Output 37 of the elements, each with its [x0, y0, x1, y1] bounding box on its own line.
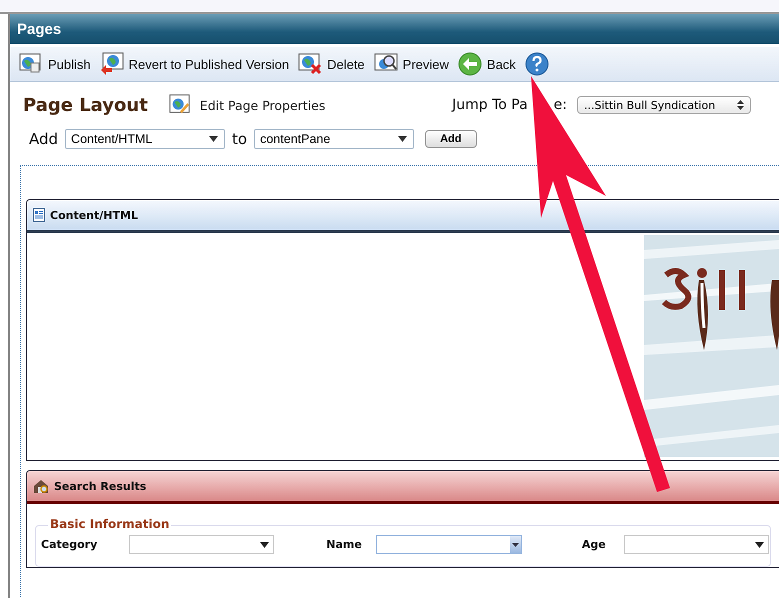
to-label: to	[232, 130, 248, 148]
edit-page-icon	[168, 94, 192, 116]
pane-select[interactable]: contentPane	[254, 129, 414, 149]
caret-icon	[260, 542, 270, 548]
group-legend: Basic Information	[48, 517, 172, 531]
globe-undo-icon	[100, 52, 124, 76]
house-magnifier-icon	[33, 478, 49, 494]
help-icon[interactable]	[524, 52, 549, 76]
module-title: Content/HTML	[50, 208, 138, 222]
field-label: Age	[582, 538, 606, 551]
page-select[interactable]: ...Sittin Bull Syndication	[577, 96, 751, 114]
toolbar-button[interactable]: Revert to Published Version	[100, 52, 290, 76]
toolbar-button[interactable]: Preview	[374, 52, 449, 76]
caret-icon	[209, 136, 218, 142]
caret-icon	[754, 542, 764, 548]
globe-delete-icon	[298, 52, 322, 76]
window-title: Pages	[17, 20, 62, 38]
caret-icon	[398, 136, 408, 142]
document-icon	[33, 208, 45, 222]
caret-icon	[512, 542, 519, 546]
add-button[interactable]: Add	[425, 130, 476, 148]
edit-properties-link[interactable]: Edit Page Properties	[168, 94, 326, 116]
toolbar-button[interactable]: Delete	[298, 52, 365, 76]
jump-label: e:	[554, 97, 567, 113]
field-label: Name	[326, 538, 362, 551]
toolbar-button[interactable]: Publish	[19, 52, 91, 76]
page-heading: Page Layout	[23, 94, 148, 116]
add-label: Add	[29, 130, 58, 148]
dropdown-field[interactable]	[624, 535, 769, 554]
dropdown-field[interactable]	[376, 535, 522, 554]
toolbar-button[interactable]: Back	[458, 52, 516, 76]
dropdown-field[interactable]	[129, 535, 274, 554]
module-title: Search Results	[54, 480, 146, 492]
module-select[interactable]: Content/HTML	[65, 129, 226, 149]
jump-label: Jump To Pa	[452, 97, 528, 113]
up-down-arrows-icon	[737, 100, 744, 110]
field-label: Category	[41, 538, 98, 551]
